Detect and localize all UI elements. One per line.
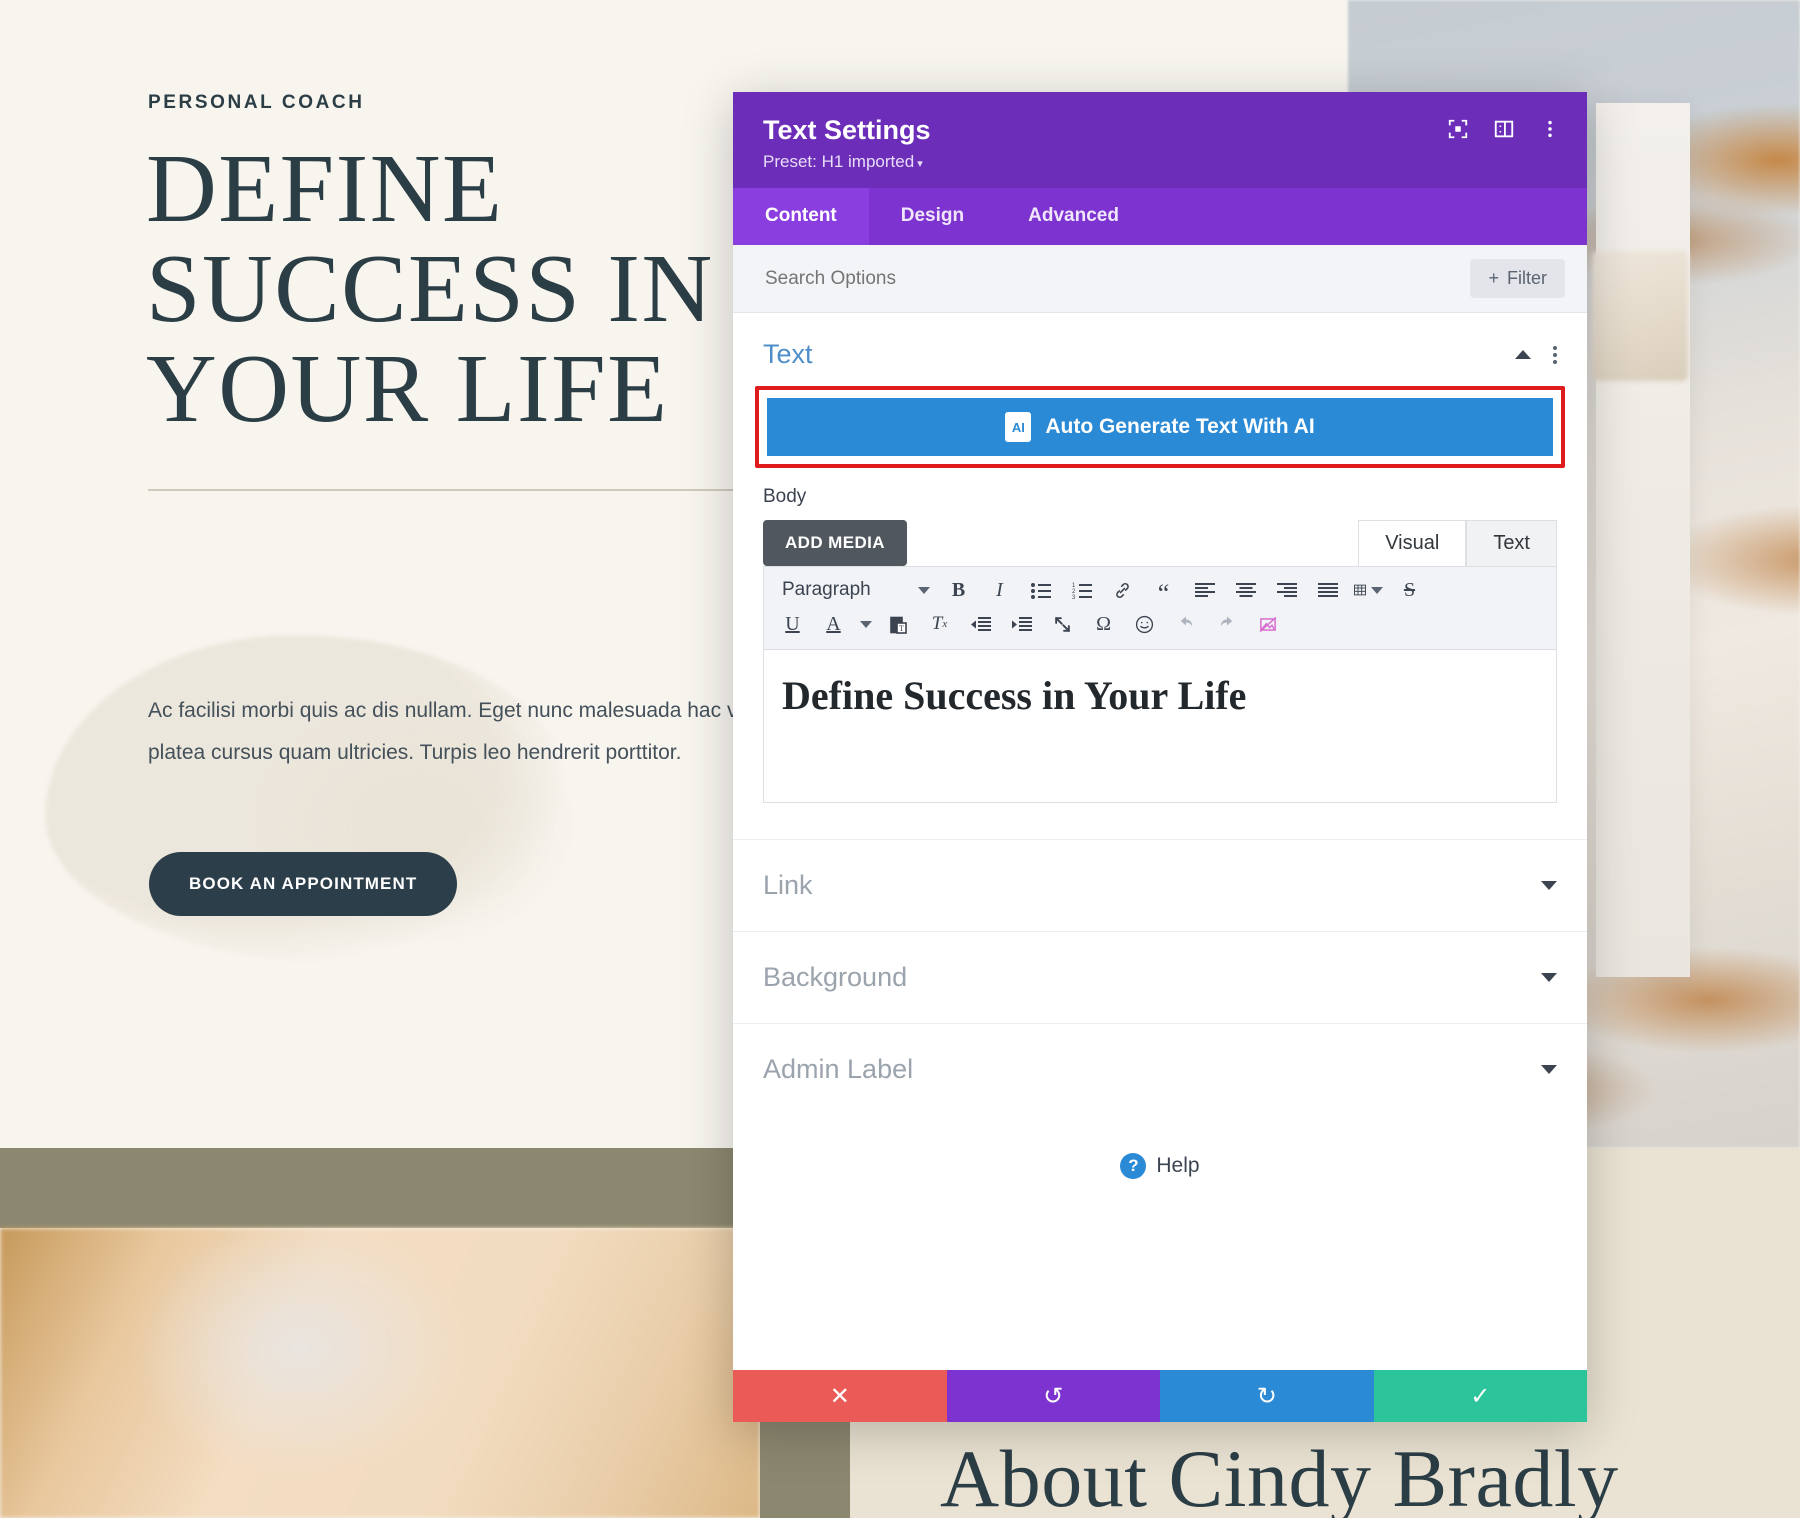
hands-photo: [0, 1228, 760, 1518]
auto-generate-text-with-ai-button[interactable]: AI Auto Generate Text With AI: [767, 398, 1553, 457]
hero-eyebrow: PERSONAL COACH: [148, 92, 365, 113]
undo-icon[interactable]: [1165, 607, 1206, 641]
cancel-button[interactable]: ✕: [733, 1370, 947, 1422]
more-vertical-icon[interactable]: [1553, 345, 1557, 364]
layout-panel-icon[interactable]: [1493, 118, 1515, 140]
modal-body: Text AI Auto Generate Text With AI Body …: [733, 313, 1587, 1370]
chevron-down-icon: [918, 586, 930, 594]
modal-header-icons: [1447, 118, 1561, 140]
toolbar-row-2: U A T Tx Ω: [772, 607, 1548, 641]
olive-band: [0, 1148, 760, 1228]
fullscreen-icon[interactable]: [1042, 607, 1083, 641]
chevron-down-icon: [1541, 973, 1557, 983]
focus-icon[interactable]: [1447, 118, 1469, 140]
help-label: Help: [1156, 1154, 1200, 1178]
accordion-admin-label[interactable]: Admin Label: [733, 1023, 1587, 1115]
bulleted-list-icon[interactable]: [1020, 573, 1061, 607]
chevron-down-icon[interactable]: [854, 607, 878, 641]
modal-header: Text Settings Preset: H1 imported ▾: [733, 92, 1587, 189]
accordion-link[interactable]: Link: [733, 839, 1587, 931]
modal-preset[interactable]: Preset: H1 imported ▾: [763, 152, 1557, 172]
ai-badge-icon: AI: [1005, 412, 1032, 443]
strikethrough-icon[interactable]: S: [1389, 573, 1430, 607]
question-circle-icon: ?: [1120, 1153, 1147, 1180]
more-vertical-icon[interactable]: [1539, 118, 1561, 140]
accordion-link-label: Link: [763, 870, 813, 901]
filter-button[interactable]: + Filter: [1470, 259, 1565, 299]
redo-button[interactable]: ↻: [1160, 1370, 1374, 1422]
plus-icon: +: [1488, 268, 1499, 289]
text-color-icon[interactable]: A: [813, 607, 854, 641]
svg-text:T: T: [899, 624, 904, 633]
italic-icon[interactable]: I: [979, 573, 1020, 607]
wysiwyg-editor: Paragraph B I 123 “ S U A T T x Ω Define…: [763, 566, 1557, 804]
add-media-button[interactable]: ADD MEDIA: [763, 520, 907, 567]
indent-icon[interactable]: [1001, 607, 1042, 641]
body-field-label: Body: [763, 486, 807, 508]
editor-content-area[interactable]: Define Success in Your Life: [764, 650, 1556, 802]
toolbar-row-1: Paragraph B I 123 “ S: [772, 573, 1548, 607]
about-heading: About Cindy Bradly: [940, 1433, 1619, 1518]
link-icon[interactable]: [1102, 573, 1143, 607]
search-input[interactable]: [763, 266, 1167, 291]
modal-footer: ✕ ↺ ↻ ✓: [733, 1370, 1587, 1422]
preset-caret-icon: ▾: [917, 158, 923, 171]
tab-design[interactable]: Design: [869, 188, 996, 245]
editor-view-tabs: Visual Text: [1358, 520, 1557, 567]
screen: PERSONAL COACH DEFINE SUCCESS IN YOUR LI…: [0, 0, 1800, 1518]
align-justify-icon[interactable]: [1307, 573, 1348, 607]
bold-icon[interactable]: B: [938, 573, 979, 607]
filter-label: Filter: [1507, 268, 1547, 289]
tab-content[interactable]: Content: [733, 188, 869, 246]
no-image-icon[interactable]: [1247, 607, 1288, 641]
paste-as-text-icon[interactable]: T: [878, 607, 919, 641]
text-settings-modal: Text Settings Preset: H1 imported ▾ Cont…: [733, 92, 1587, 1422]
tab-text[interactable]: Text: [1466, 520, 1557, 567]
modal-tabs: Content Design Advanced: [733, 188, 1587, 246]
chevron-down-icon: [1541, 1065, 1557, 1075]
tab-visual[interactable]: Visual: [1358, 520, 1467, 567]
svg-text:3: 3: [1072, 595, 1076, 599]
ai-button-label: Auto Generate Text With AI: [1045, 415, 1315, 439]
modal-title: Text Settings: [763, 115, 931, 145]
editor-toolbar: Paragraph B I 123 “ S U A T T x Ω: [764, 567, 1556, 651]
chevron-down-icon: [1541, 881, 1557, 891]
chevron-down-icon: [1371, 586, 1383, 594]
blockquote-icon[interactable]: “: [1143, 573, 1184, 607]
redo-icon[interactable]: [1206, 607, 1247, 641]
olive-band-lower: [760, 1418, 850, 1518]
book-appointment-button[interactable]: BOOK AN APPOINTMENT: [149, 852, 458, 916]
emoji-icon[interactable]: [1124, 607, 1165, 641]
save-button[interactable]: ✓: [1373, 1370, 1587, 1422]
search-bar: + Filter: [733, 245, 1587, 314]
clear-formatting-icon[interactable]: Tx: [919, 607, 960, 641]
editor-toolbar-top: ADD MEDIA Visual Text: [733, 508, 1587, 567]
ai-button-highlight: AI Auto Generate Text With AI: [755, 386, 1565, 469]
numbered-list-icon[interactable]: 123: [1061, 573, 1102, 607]
table-icon[interactable]: [1348, 573, 1389, 607]
section-actions: [1515, 345, 1557, 364]
underline-icon[interactable]: U: [772, 607, 813, 641]
align-right-icon[interactable]: [1266, 573, 1307, 607]
tab-advanced[interactable]: Advanced: [996, 188, 1151, 245]
accordion-admin-label-label: Admin Label: [763, 1054, 914, 1085]
paragraph-format-select[interactable]: Paragraph: [772, 573, 938, 607]
text-section-header: Text: [733, 313, 1587, 382]
help-row[interactable]: ? Help: [733, 1115, 1587, 1180]
accordion-background[interactable]: Background: [733, 931, 1587, 1023]
special-character-icon[interactable]: Ω: [1083, 607, 1124, 641]
align-center-icon[interactable]: [1225, 573, 1266, 607]
accordion-background-label: Background: [763, 962, 908, 993]
outdent-icon[interactable]: [960, 607, 1001, 641]
align-left-icon[interactable]: [1184, 573, 1225, 607]
photo-card-overlay: [1596, 103, 1690, 977]
section-title-text: Text: [763, 339, 813, 370]
chevron-up-icon[interactable]: [1515, 350, 1531, 360]
undo-button[interactable]: ↺: [946, 1370, 1160, 1422]
format-select-value: Paragraph: [782, 579, 871, 601]
preset-label: Preset: H1 imported: [763, 152, 915, 172]
editor-heading-text: Define Success in Your Life: [782, 673, 1247, 719]
